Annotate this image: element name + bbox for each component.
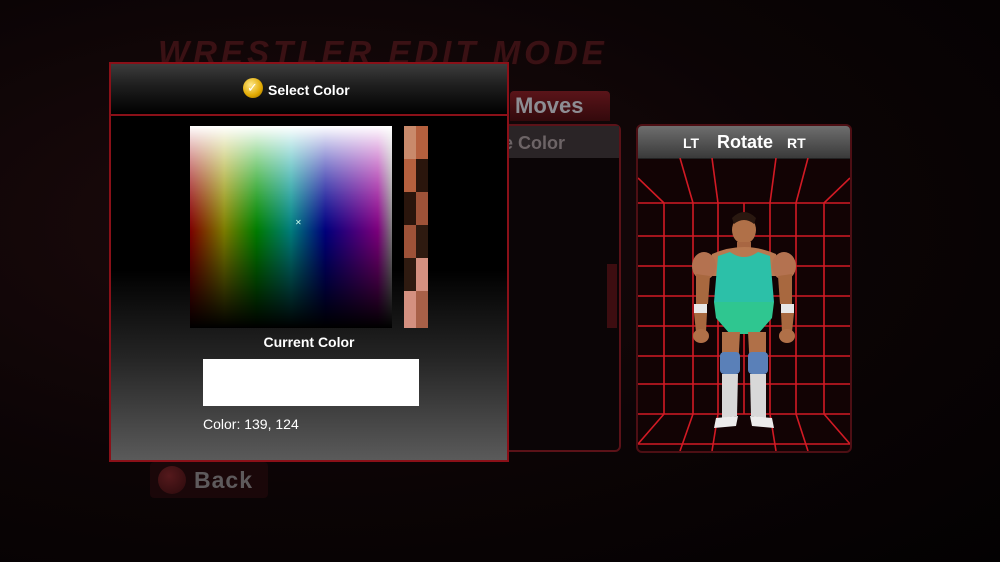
- color-spectrum-picker[interactable]: ✕: [190, 126, 392, 328]
- lt-button-label[interactable]: LT: [683, 135, 699, 151]
- color-value-readout: Color: 139, 124: [203, 416, 299, 432]
- b-button-icon: [158, 466, 186, 494]
- picker-cursor-icon[interactable]: ✕: [295, 219, 302, 227]
- skin-swatch[interactable]: [404, 225, 428, 259]
- wrestler-preview: LT Rotate RT: [636, 124, 852, 453]
- tab-moves-label: Moves: [515, 93, 584, 118]
- preview-header: LT Rotate RT: [638, 126, 850, 159]
- edit-options-panel: e Color: [497, 124, 621, 452]
- tab-moves[interactable]: Moves: [510, 91, 610, 121]
- current-color-preview: [203, 359, 419, 406]
- y-button-icon: ✓: [243, 78, 263, 98]
- dialog-header: ✓ Select Color: [111, 64, 507, 116]
- rotate-label: Rotate: [717, 132, 774, 152]
- check-icon: ✓: [247, 80, 258, 95]
- skin-swatch[interactable]: [404, 126, 428, 160]
- dialog-title: Select Color: [268, 82, 350, 98]
- back-button[interactable]: Back: [150, 462, 268, 498]
- edit-options-scrollbar[interactable]: [607, 264, 617, 328]
- skin-swatch[interactable]: [404, 258, 428, 292]
- skin-tone-swatches: [404, 126, 428, 328]
- rt-button-label[interactable]: RT: [787, 135, 806, 151]
- edit-options-header: e Color: [499, 126, 619, 158]
- skin-swatch[interactable]: [404, 291, 428, 328]
- edit-options-header-label: e Color: [503, 133, 566, 153]
- current-color-label: Current Color: [263, 334, 355, 350]
- back-button-label: Back: [194, 467, 253, 493]
- wrestler-model: [692, 212, 796, 428]
- select-color-dialog: ✓ Select Color ✕ Current Color Color: 13…: [109, 62, 509, 462]
- skin-swatch[interactable]: [404, 159, 428, 193]
- skin-swatch[interactable]: [404, 192, 428, 226]
